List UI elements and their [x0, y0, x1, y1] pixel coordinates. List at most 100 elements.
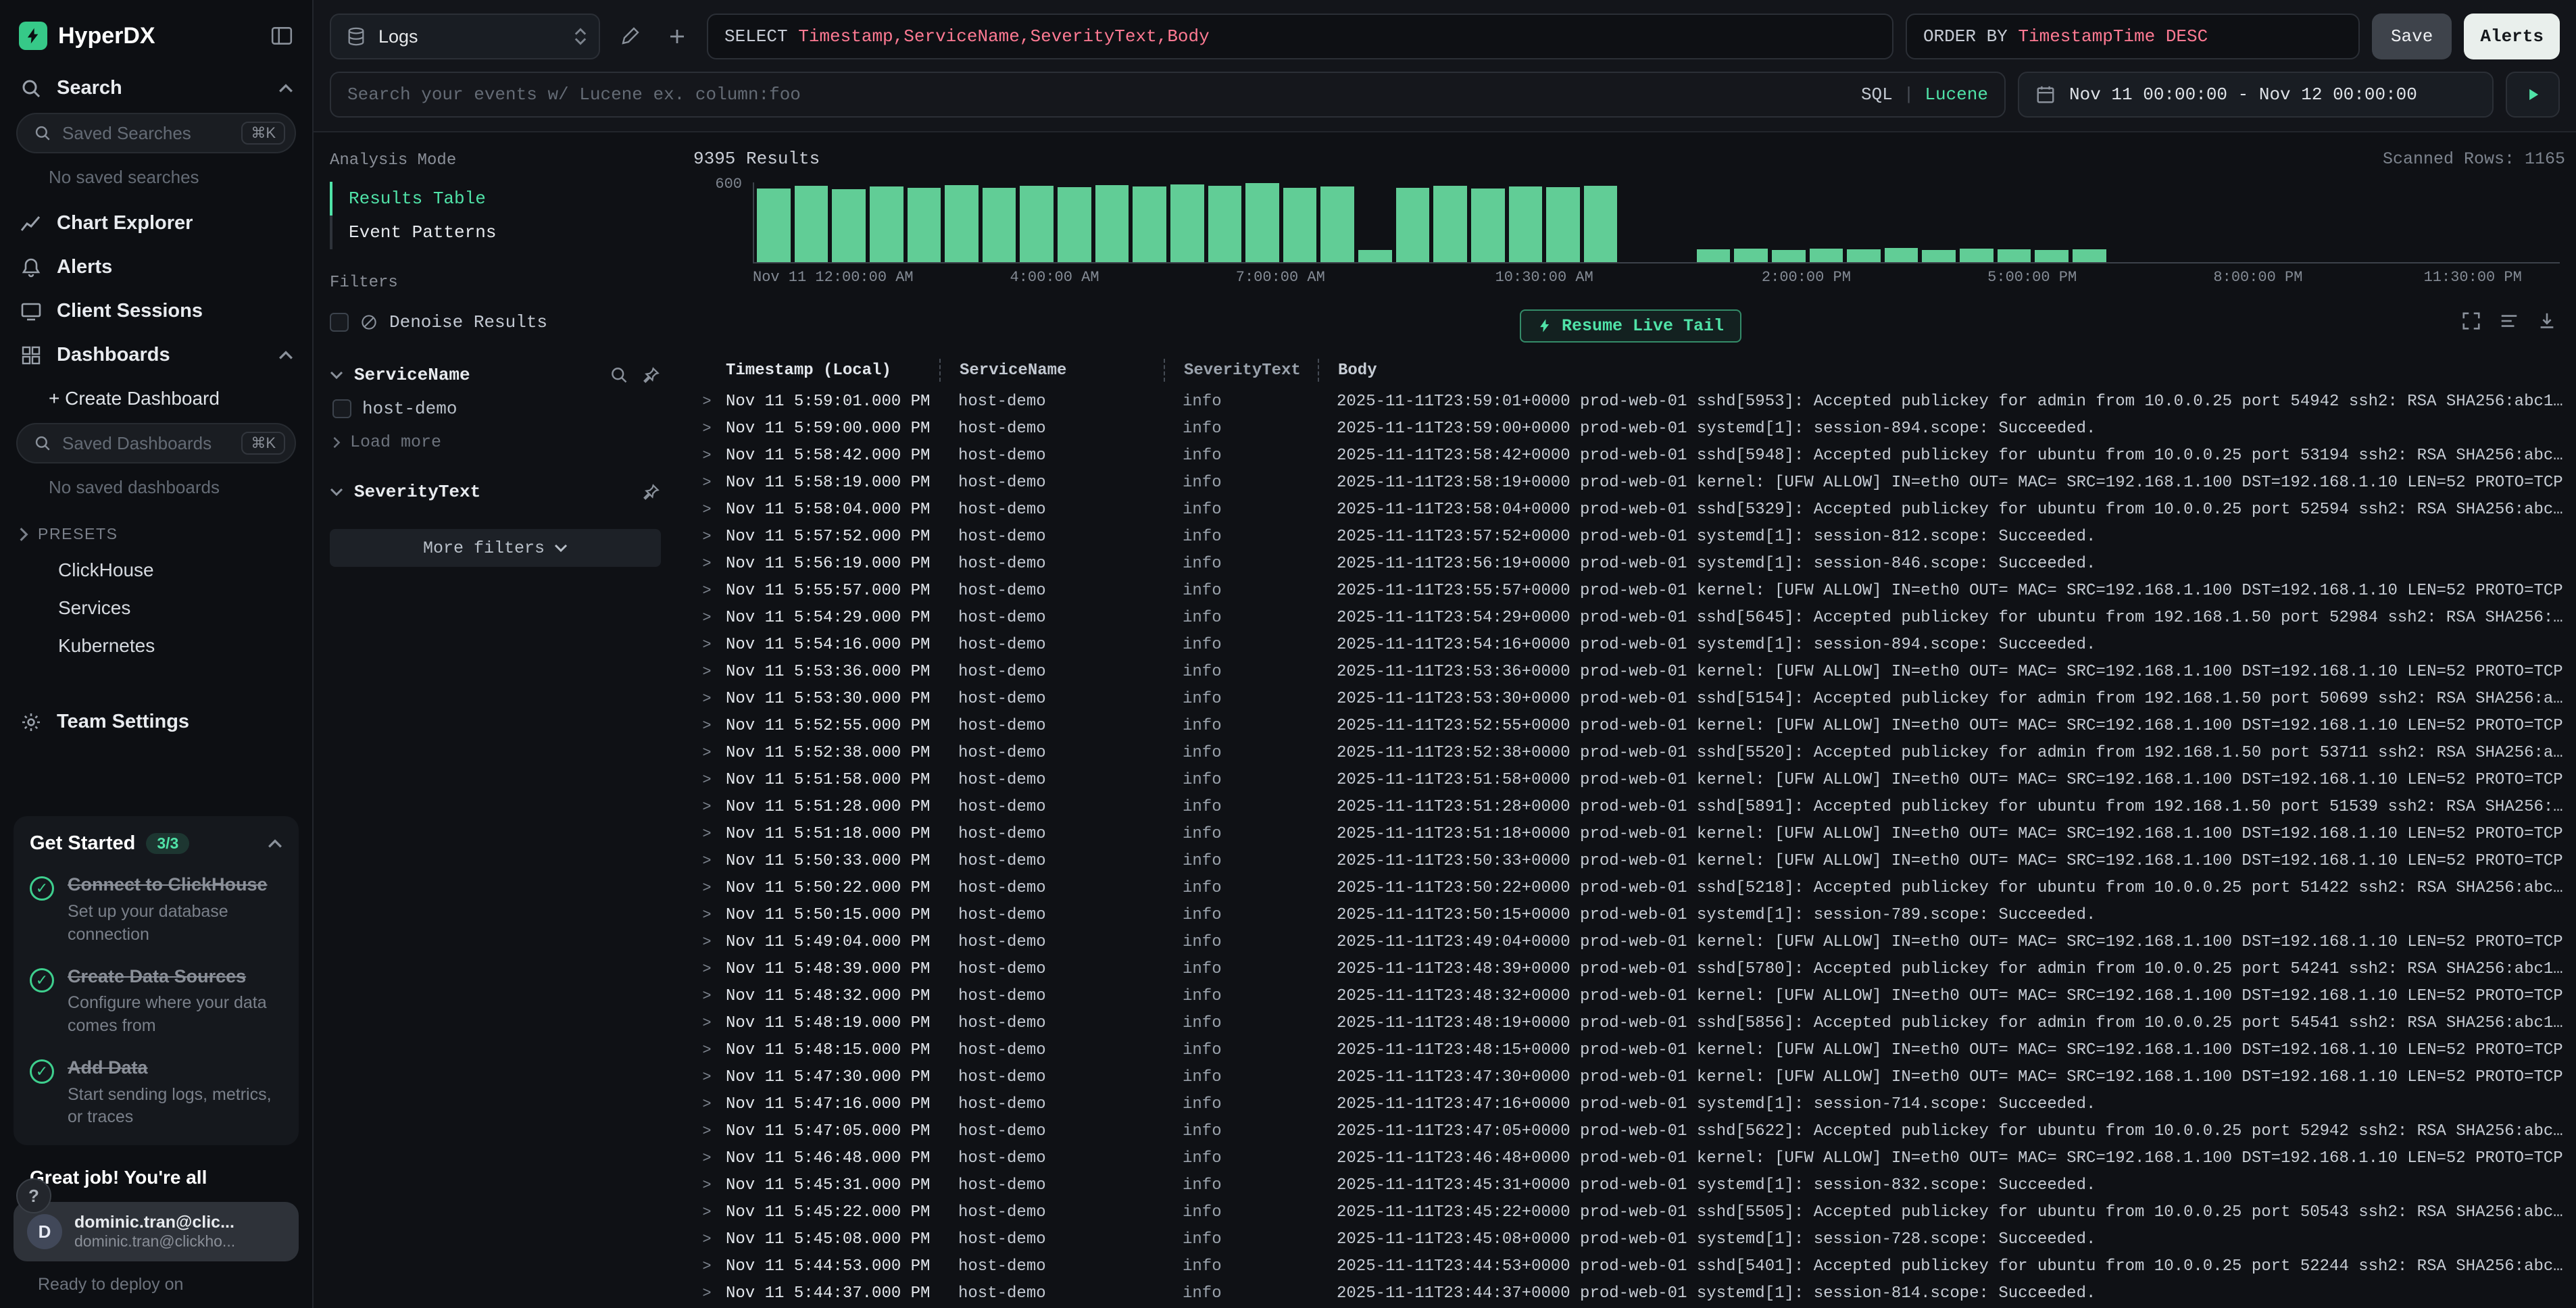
log-row[interactable]: > Nov 11 5:48:39.000 PM host-demo info 2… [691, 955, 2571, 982]
histogram-bar[interactable] [2073, 249, 2106, 262]
log-row[interactable]: > Nov 11 5:50:33.000 PM host-demo info 2… [691, 847, 2571, 874]
expand-row-chevron[interactable]: > [691, 582, 723, 599]
expand-row-chevron[interactable]: > [691, 853, 723, 870]
expand-row-chevron[interactable]: > [691, 420, 723, 437]
histogram-bar[interactable] [1471, 188, 1505, 262]
sidebar-item-client-sessions[interactable]: Client Sessions [0, 289, 312, 333]
expand-row-chevron[interactable]: > [691, 772, 723, 788]
select-columns-input[interactable]: SELECT Timestamp,ServiceName,SeverityTex… [707, 14, 1893, 59]
histogram-bar[interactable] [945, 185, 979, 262]
expand-row-chevron[interactable]: > [691, 718, 723, 734]
log-row[interactable]: > Nov 11 5:58:42.000 PM host-demo info 2… [691, 442, 2571, 469]
order-by-input[interactable]: ORDER BY TimestampTime DESC [1906, 14, 2360, 59]
expand-row-chevron[interactable]: > [691, 447, 723, 464]
edit-source-button[interactable] [612, 19, 647, 54]
log-row[interactable]: > Nov 11 5:44:37.000 PM host-demo info 2… [691, 1280, 2571, 1307]
log-row[interactable]: > Nov 11 5:44:53.000 PM host-demo info 2… [691, 1253, 2571, 1280]
column-header-severitytext[interactable]: SeverityText [1164, 359, 1318, 382]
alerts-button[interactable]: Alerts [2464, 14, 2560, 59]
pin-icon[interactable] [642, 482, 661, 501]
source-select[interactable]: Logs [330, 14, 600, 59]
sidebar-item-dashboards[interactable]: Dashboards [0, 333, 312, 377]
log-row[interactable]: > Nov 11 5:51:58.000 PM host-demo info 2… [691, 766, 2571, 793]
log-row[interactable]: > Nov 11 5:45:08.000 PM host-demo info 2… [691, 1226, 2571, 1253]
help-button[interactable]: ? [16, 1178, 51, 1213]
log-row[interactable]: > Nov 11 5:52:55.000 PM host-demo info 2… [691, 712, 2571, 739]
event-search-input[interactable]: Search your events w/ Lucene ex. column:… [330, 72, 2006, 118]
histogram-bar[interactable] [870, 186, 903, 262]
language-sql-toggle[interactable]: SQL [1861, 84, 1893, 105]
histogram-bar[interactable] [983, 188, 1016, 262]
histogram-bar[interactable] [1772, 250, 1806, 262]
log-row[interactable]: > Nov 11 5:50:15.000 PM host-demo info 2… [691, 901, 2571, 928]
denoise-results-checkbox[interactable]: Denoise Results [330, 304, 661, 341]
histogram-plot[interactable] [753, 182, 2560, 263]
get-started-step[interactable]: ✓ Add Data Start sending logs, metrics, … [30, 1057, 282, 1129]
add-source-button[interactable] [660, 19, 695, 54]
log-row[interactable]: > Nov 11 5:45:22.000 PM host-demo info 2… [691, 1199, 2571, 1226]
histogram-bar[interactable] [832, 189, 866, 262]
mode-event-patterns[interactable]: Event Patterns [330, 216, 661, 249]
histogram-bar[interactable] [1885, 248, 1918, 262]
log-row[interactable]: > Nov 11 5:48:19.000 PM host-demo info 2… [691, 1009, 2571, 1036]
log-row[interactable]: > Nov 11 5:50:22.000 PM host-demo info 2… [691, 874, 2571, 901]
log-row[interactable]: > Nov 11 5:58:19.000 PM host-demo info 2… [691, 469, 2571, 496]
column-header-timestamp[interactable]: Timestamp (Local) [723, 361, 939, 380]
table-settings-icon[interactable] [2499, 311, 2519, 331]
expand-row-chevron[interactable]: > [691, 636, 723, 653]
log-row[interactable]: > Nov 11 5:47:16.000 PM host-demo info 2… [691, 1090, 2571, 1117]
expand-row-chevron[interactable]: > [691, 745, 723, 761]
histogram-bar[interactable] [1095, 185, 1129, 262]
expand-row-chevron[interactable]: > [691, 1258, 723, 1275]
histogram-bar[interactable] [1960, 249, 1993, 262]
pin-icon[interactable] [642, 366, 661, 384]
histogram-bar[interactable] [1734, 249, 1768, 262]
expand-row-chevron[interactable]: > [691, 934, 723, 951]
log-row[interactable]: > Nov 11 5:54:16.000 PM host-demo info 2… [691, 631, 2571, 658]
more-filters-button[interactable]: More filters [330, 529, 661, 567]
resume-live-tail-button[interactable]: Resume Live Tail [1520, 309, 1741, 343]
expand-row-chevron[interactable]: > [691, 555, 723, 572]
get-started-step[interactable]: ✓ Create Data Sources Configure where yo… [30, 965, 282, 1038]
download-icon[interactable] [2537, 311, 2557, 331]
log-row[interactable]: > Nov 11 5:53:30.000 PM host-demo info 2… [691, 685, 2571, 712]
expand-row-chevron[interactable]: > [691, 1069, 723, 1086]
expand-row-chevron[interactable]: > [691, 799, 723, 815]
presets-section-toggle[interactable]: PRESETS [0, 511, 312, 551]
log-row[interactable]: > Nov 11 5:57:52.000 PM host-demo info 2… [691, 523, 2571, 550]
expand-row-chevron[interactable]: > [691, 609, 723, 626]
app-logo[interactable]: HyperDX [19, 22, 155, 50]
histogram-bar[interactable] [1546, 187, 1580, 262]
log-row[interactable]: > Nov 11 5:58:04.000 PM host-demo info 2… [691, 496, 2571, 523]
histogram-bar[interactable] [1208, 186, 1242, 262]
histogram-bar[interactable] [1998, 249, 2031, 262]
sidebar-item-search[interactable]: Search [0, 66, 312, 110]
user-menu[interactable]: D dominic.tran@clic... dominic.tran@clic… [14, 1202, 299, 1261]
expand-row-chevron[interactable]: > [691, 988, 723, 1005]
get-started-step[interactable]: ✓ Connect to ClickHouse Set up your data… [30, 874, 282, 946]
expand-row-chevron[interactable]: > [691, 1231, 723, 1248]
sidebar-item-alerts[interactable]: Alerts [0, 245, 312, 289]
column-header-servicename[interactable]: ServiceName [939, 359, 1164, 382]
expand-row-chevron[interactable]: > [691, 474, 723, 491]
sidebar-item-kubernetes[interactable]: Kubernetes [0, 627, 312, 665]
expand-row-chevron[interactable]: > [691, 1285, 723, 1302]
log-row[interactable]: > Nov 11 5:53:36.000 PM host-demo info 2… [691, 658, 2571, 685]
save-button[interactable]: Save [2372, 14, 2452, 59]
histogram-bar[interactable] [1170, 184, 1204, 262]
histogram-bar[interactable] [1810, 249, 1843, 262]
expand-table-icon[interactable] [2461, 311, 2481, 331]
expand-row-chevron[interactable]: > [691, 907, 723, 924]
log-row[interactable]: > Nov 11 5:54:29.000 PM host-demo info 2… [691, 604, 2571, 631]
histogram-bar[interactable] [1358, 250, 1392, 262]
collapse-sidebar-icon[interactable] [270, 24, 293, 47]
histogram-bar[interactable] [1396, 188, 1430, 262]
log-row[interactable]: > Nov 11 5:51:28.000 PM host-demo info 2… [691, 793, 2571, 820]
expand-row-chevron[interactable]: > [691, 1042, 723, 1059]
run-query-button[interactable] [2506, 72, 2560, 118]
sidebar-item-services[interactable]: Services [0, 589, 312, 627]
get-started-header[interactable]: Get Started 3/3 [30, 832, 282, 855]
histogram-bar[interactable] [795, 186, 828, 262]
time-range-picker[interactable]: Nov 11 00:00:00 - Nov 12 00:00:00 [2018, 72, 2494, 118]
log-row[interactable]: > Nov 11 5:56:19.000 PM host-demo info 2… [691, 550, 2571, 577]
